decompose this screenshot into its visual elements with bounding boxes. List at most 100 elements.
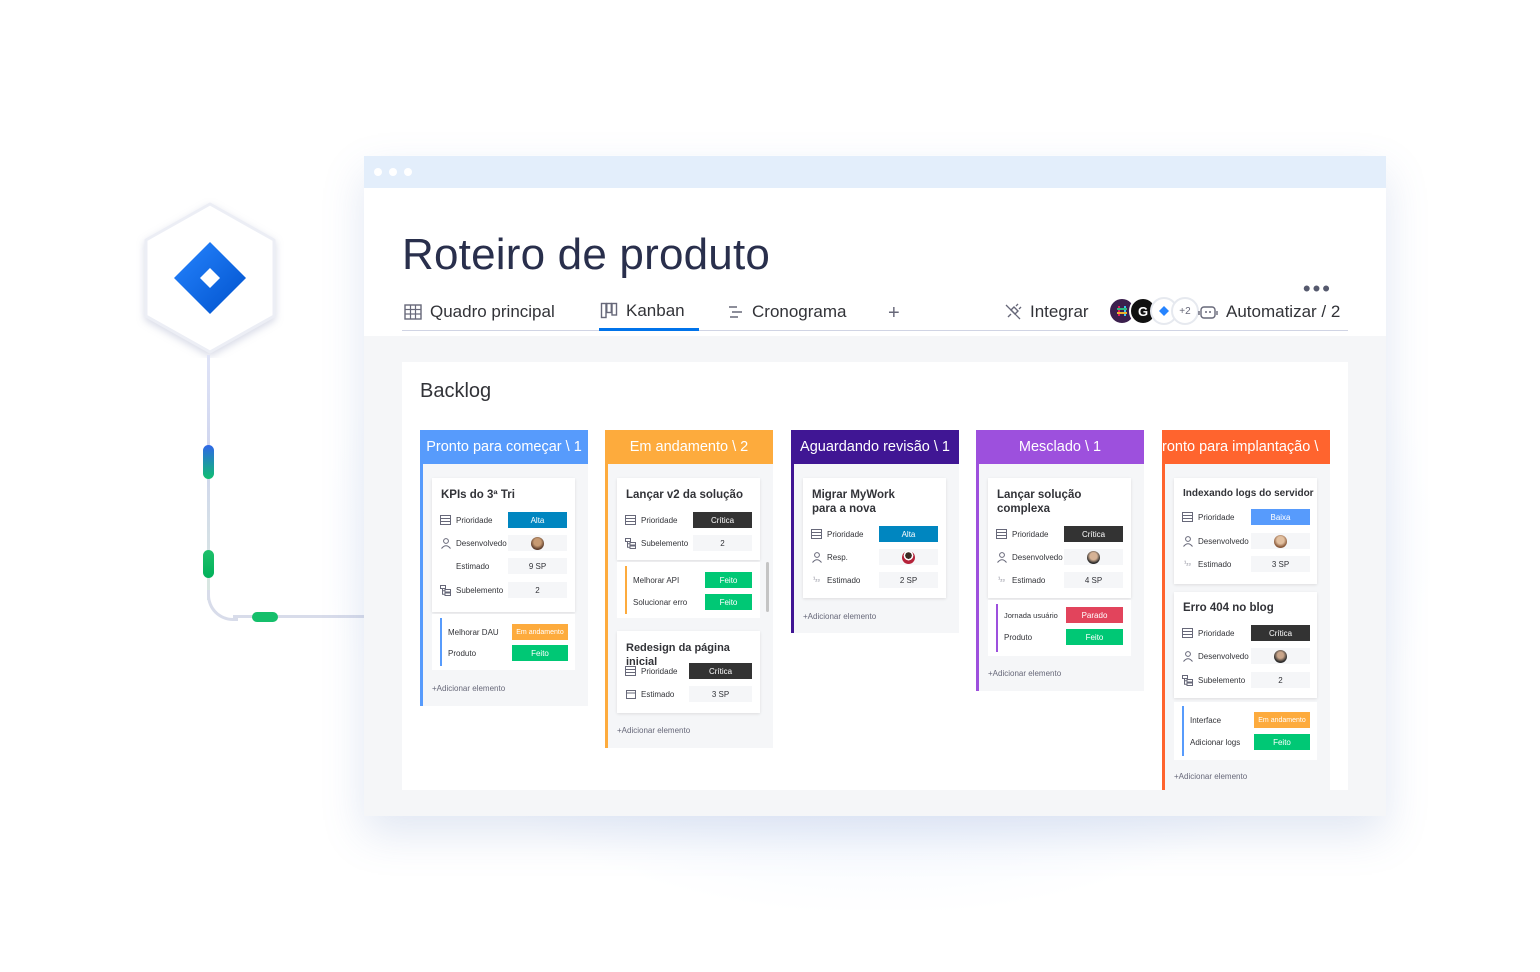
add-view-button[interactable]: + <box>888 302 900 325</box>
robot-icon <box>1198 306 1218 319</box>
subitem-status[interactable]: Feito <box>512 645 568 661</box>
column-header[interactable]: Aguardando revisão \ 1 <box>791 430 959 464</box>
subitem-label: Jornada usuário <box>1004 610 1058 620</box>
developer-cell[interactable] <box>1251 648 1310 664</box>
subitems-panel: Interface Em andamento Adicionar logs Fe… <box>1174 702 1317 760</box>
subitem-status[interactable]: Em andamento <box>1254 712 1310 728</box>
subitem-count[interactable]: 2 <box>508 582 567 598</box>
developer-cell[interactable] <box>1251 533 1310 549</box>
person-icon <box>1182 650 1193 662</box>
priority-status[interactable]: Baixa <box>1251 509 1310 525</box>
subitem-status[interactable]: Parado <box>1066 607 1123 623</box>
subitem-status[interactable]: Feito <box>705 572 752 588</box>
kanban-column: Em andamento \ 2 Lançar v2 da solução Pr… <box>605 430 773 748</box>
more-dots-icon[interactable]: ••• <box>1303 276 1332 302</box>
field-row: ¹₂₃ Estimado <box>811 572 860 588</box>
subitem-label: Produto <box>1004 632 1033 642</box>
priority-status[interactable]: Crítica <box>693 512 752 528</box>
field-label: Subelemento <box>641 538 689 548</box>
owner-cell[interactable] <box>879 549 938 565</box>
estimate-cell[interactable]: 2 SP <box>879 572 938 588</box>
group-title: Backlog <box>420 380 492 402</box>
card-title: KPIs do 3ª Tri <box>441 489 515 501</box>
field-row: Prioridade <box>1182 509 1234 525</box>
tab-cronograma[interactable]: Cronograma <box>728 302 847 322</box>
avatar <box>902 550 915 564</box>
item-card[interactable]: Migrar MyWork para a nova Prioridade Alt… <box>803 478 946 598</box>
field-row: Prioridade <box>440 512 492 528</box>
field-label: Desenvolvedo <box>456 538 507 548</box>
tab-kanban[interactable]: Kanban <box>600 301 685 321</box>
priority-status[interactable]: Crítica <box>1251 625 1310 641</box>
column-header[interactable]: Em andamento \ 2 <box>605 430 773 464</box>
estimate-cell[interactable]: 3 SP <box>689 686 752 702</box>
subitem-status[interactable]: Feito <box>705 594 752 610</box>
field-row: Prioridade <box>1182 625 1234 641</box>
priority-status[interactable]: Crítica <box>1064 526 1123 542</box>
card-title: Indexando logs do servidor <box>1183 488 1314 499</box>
scrollbar[interactable] <box>766 562 769 612</box>
field-row: Desenvolvedo <box>1182 648 1249 664</box>
developer-cell[interactable] <box>508 535 567 551</box>
add-item-link[interactable]: +Adicionar elemento <box>432 684 505 693</box>
integration-avatars[interactable]: G +2 <box>1108 297 1199 325</box>
developer-cell[interactable] <box>1064 549 1123 565</box>
add-item-link[interactable]: +Adicionar elemento <box>617 726 690 735</box>
column-header[interactable]: ronto para implantação \ <box>1162 430 1330 464</box>
estimate-cell[interactable]: 9 SP <box>508 558 567 574</box>
avatar <box>531 536 544 550</box>
window-dot <box>374 168 382 176</box>
tab-quadro-principal[interactable]: Quadro principal <box>404 302 555 322</box>
subitem-bar <box>440 618 442 666</box>
column-header[interactable]: Pronto para começar \ 1 <box>420 430 588 464</box>
field-row: Estimado <box>456 558 489 574</box>
subitem-label: Melhorar API <box>633 575 680 585</box>
kanban-column: Mesclado \ 1 Lançar solução complexa Pri… <box>976 430 1144 691</box>
priority-status[interactable]: Alta <box>508 512 567 528</box>
subitem-status[interactable]: Em andamento <box>512 624 568 640</box>
add-item-link[interactable]: +Adicionar elemento <box>1174 772 1247 781</box>
tab-label: Cronograma <box>752 302 847 321</box>
field-row: Desenvolvedo <box>440 535 507 551</box>
priority-status[interactable]: Crítica <box>689 663 752 679</box>
field-row: Prioridade <box>996 526 1048 542</box>
connector-dot <box>252 612 278 622</box>
item-card[interactable]: KPIs do 3ª Tri Prioridade Alta Desenvolv… <box>432 478 575 612</box>
subitem-status[interactable]: Feito <box>1254 734 1310 750</box>
subitem-count[interactable]: 2 <box>693 535 752 551</box>
subitem-label: Melhorar DAU <box>448 627 499 637</box>
item-card[interactable]: Erro 404 no blog Prioridade Crítica Dese… <box>1174 592 1317 698</box>
column-stripe <box>420 464 423 706</box>
window-titlebar <box>364 156 1386 188</box>
window-dot <box>389 168 397 176</box>
column-header[interactable]: Mesclado \ 1 <box>976 430 1144 464</box>
subitem-bar <box>996 604 998 652</box>
card-title: Erro 404 no blog <box>1183 602 1274 614</box>
add-item-link[interactable]: +Adicionar elemento <box>803 612 876 621</box>
item-card[interactable]: Lançar v2 da solução Prioridade Crítica … <box>617 478 760 560</box>
numbers-icon: ¹₂₃ <box>1184 561 1191 567</box>
window-dot <box>404 168 412 176</box>
integrate-button[interactable]: Integrar <box>1004 302 1089 322</box>
item-card[interactable]: Lançar solução complexa Prioridade Críti… <box>988 478 1131 598</box>
estimate-cell[interactable]: 4 SP <box>1064 572 1123 588</box>
field-row: Prioridade <box>625 663 677 679</box>
field-row: Prioridade <box>811 526 863 542</box>
connector-dot <box>203 445 214 479</box>
field-label: Prioridade <box>641 666 678 676</box>
field-row: Desenvolvedo <box>996 549 1063 565</box>
subitem-icon <box>440 584 451 596</box>
calendar-icon <box>625 689 636 700</box>
priority-status[interactable]: Alta <box>879 526 938 542</box>
tab-active-indicator <box>599 328 699 331</box>
add-item-link[interactable]: +Adicionar elemento <box>988 669 1061 678</box>
item-card[interactable]: Redesign da página inicial Prioridade Cr… <box>617 631 760 713</box>
estimate-cell[interactable]: 3 SP <box>1251 556 1310 572</box>
field-label: Estimado <box>827 575 861 585</box>
kanban-column: Pronto para começar \ 1 KPIs do 3ª Tri P… <box>420 430 588 706</box>
item-card[interactable]: Indexando logs do servidor Prioridade Ba… <box>1174 478 1317 584</box>
subitem-count[interactable]: 2 <box>1251 672 1310 688</box>
priority-icon <box>1182 628 1193 639</box>
automate-button[interactable]: Automatizar / 2 <box>1198 302 1340 322</box>
subitem-status[interactable]: Feito <box>1066 629 1123 645</box>
